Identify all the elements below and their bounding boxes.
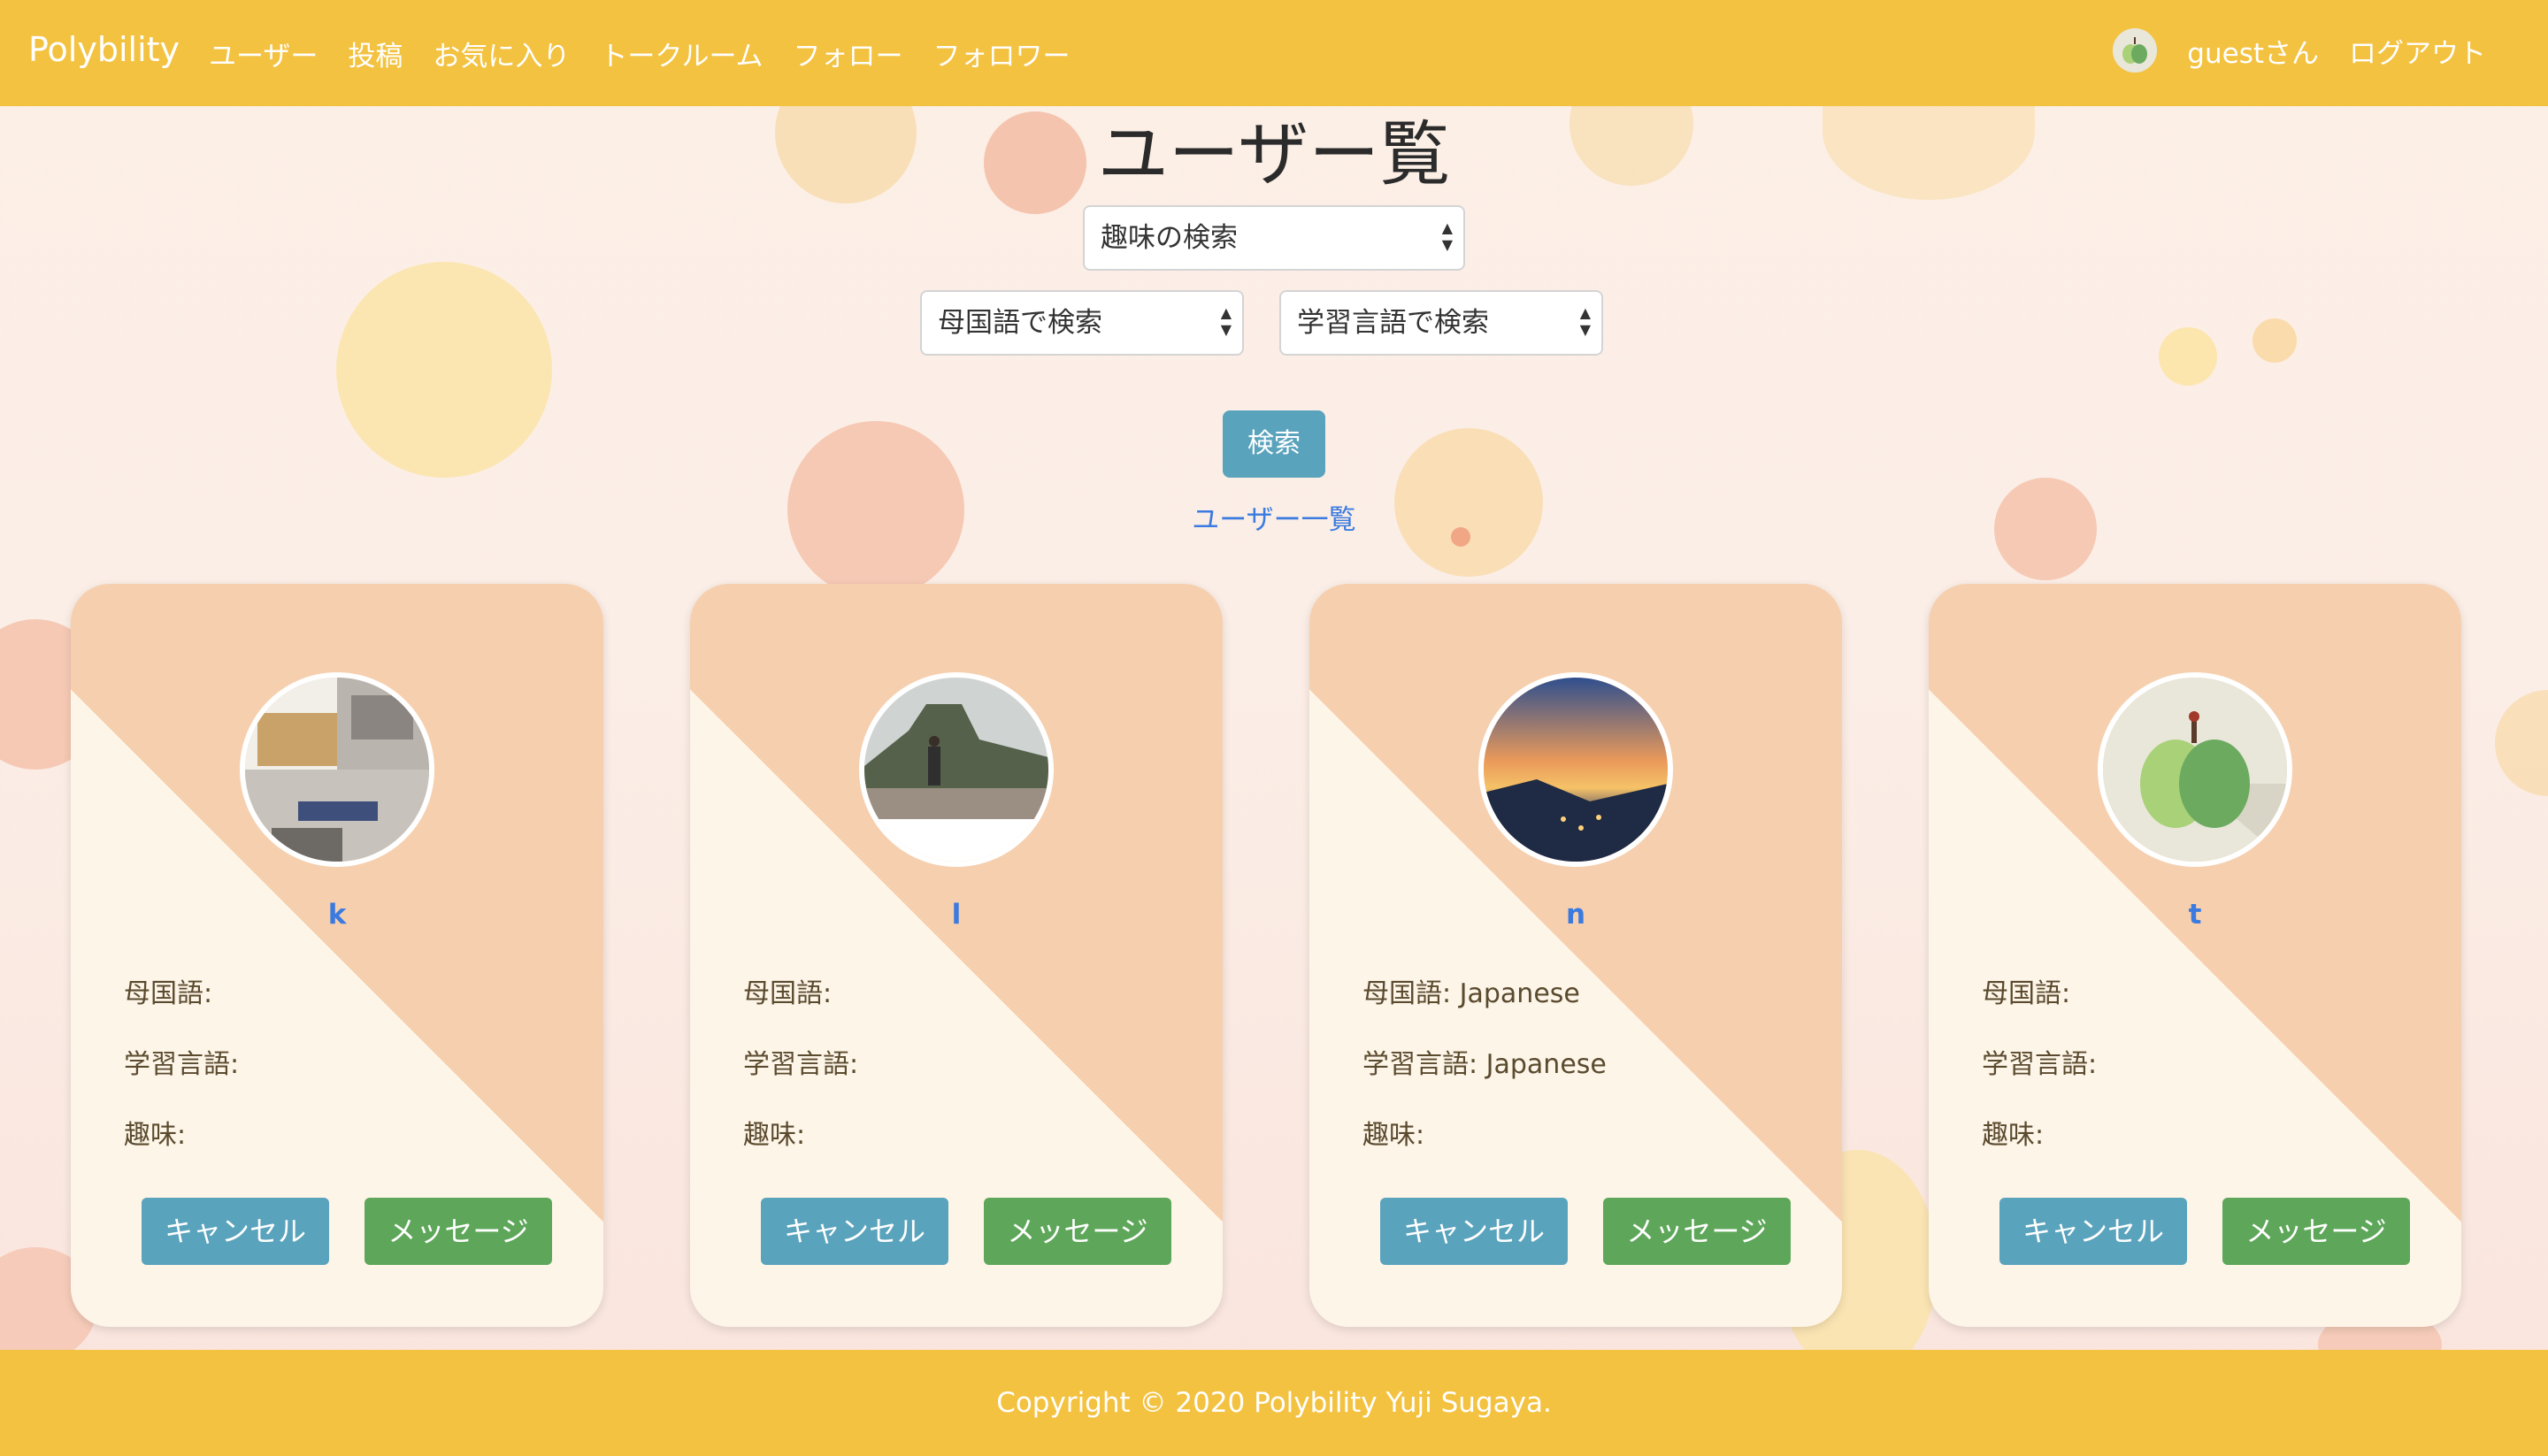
page-title: ユーザー覧 (1097, 113, 1451, 195)
learning-language-label: 学習言語: (124, 1049, 240, 1080)
user-avatar[interactable] (1478, 672, 1673, 867)
navbar: Polybility ユーザー 投稿 お気に入り トークルーム フォロー フォロ… (0, 0, 2548, 106)
nav-item-posts[interactable]: 投稿 (348, 34, 403, 73)
user-name-link[interactable]: t (1929, 899, 2461, 931)
avatar-photo-collage (245, 678, 429, 862)
select-arrows-icon: ▲ ▼ (1220, 304, 1232, 338)
native-language-label: 母国語: Japanese (1362, 978, 1580, 1009)
hobby-select-value: 趣味の検索 (1101, 222, 1238, 254)
brand-logo[interactable]: Polybility (28, 30, 180, 69)
hobby-label: 趣味: (1982, 1120, 2045, 1151)
learning-select-value: 学習言語で検索 (1297, 307, 1489, 339)
apple-icon (2103, 678, 2287, 862)
user-avatar[interactable] (2113, 28, 2158, 73)
select-arrows-icon: ▲ ▼ (1441, 219, 1453, 253)
cancel-button[interactable]: キャンセル (1380, 1198, 1568, 1265)
hobby-label: 趣味: (1362, 1120, 1425, 1151)
native-select-value: 母国語で検索 (938, 307, 1102, 339)
native-language-label: 母国語: (124, 978, 213, 1009)
cancel-button[interactable]: キャンセル (1999, 1198, 2187, 1265)
cancel-button[interactable]: キャンセル (761, 1198, 948, 1265)
learning-language-select[interactable]: 学習言語で検索 ▲ ▼ (1279, 290, 1603, 356)
copyright-text: Copyright © 2020 Polybility Yuji Sugaya. (996, 1387, 1552, 1419)
native-language-label: 母国語: (1982, 978, 2071, 1009)
nav-item-talkroom[interactable]: トークルーム (600, 34, 763, 73)
user-avatar[interactable] (240, 672, 434, 867)
learning-language-label: 学習言語: (1982, 1049, 2098, 1080)
footer: Copyright © 2020 Polybility Yuji Sugaya. (0, 1350, 2548, 1456)
user-name-link[interactable]: k (71, 899, 603, 931)
hobby-search-select[interactable]: 趣味の検索 ▲ ▼ (1083, 205, 1465, 271)
user-card: l 母国語: 学習言語: 趣味: キャンセル メッセージ (690, 584, 1223, 1327)
avatar-photo-landscape (864, 678, 1048, 862)
user-greeting[interactable]: guestさん (2187, 31, 2319, 71)
hobby-label: 趣味: (124, 1120, 187, 1151)
user-list-link: ユーザー一覧 (0, 497, 2548, 537)
avatar-photo-sunset (1484, 678, 1668, 862)
nav-item-favorites[interactable]: お気に入り (433, 34, 570, 73)
nav-item-followers[interactable]: フォロワー (933, 34, 1071, 73)
logout-link[interactable]: ログアウト (2349, 31, 2486, 71)
select-arrows-icon: ▲ ▼ (1579, 304, 1591, 338)
cancel-button[interactable]: キャンセル (142, 1198, 329, 1265)
message-button[interactable]: メッセージ (2222, 1198, 2410, 1265)
message-button[interactable]: メッセージ (984, 1198, 1171, 1265)
user-avatar[interactable] (2098, 672, 2292, 867)
search-button[interactable]: 検索 (1223, 410, 1325, 478)
native-language-label: 母国語: (743, 978, 833, 1009)
user-avatar[interactable] (859, 672, 1054, 867)
user-list-link-text[interactable]: ユーザー一覧 (1192, 504, 1355, 536)
user-card: t 母国語: 学習言語: 趣味: キャンセル メッセージ (1929, 584, 2461, 1327)
nav-item-users[interactable]: ユーザー (209, 34, 318, 73)
learning-language-label: 学習言語: (743, 1049, 859, 1080)
learning-language-label: 学習言語: Japanese (1362, 1049, 1607, 1080)
user-card: k 母国語: 学習言語: 趣味: キャンセル メッセージ (71, 584, 603, 1327)
nav-links: ユーザー 投稿 お気に入り トークルーム フォロー フォロワー (209, 34, 1071, 73)
user-name-link[interactable]: l (690, 899, 1223, 931)
nav-user-area: guestさん ログアウト (2113, 28, 2486, 73)
hobby-label: 趣味: (743, 1120, 806, 1151)
user-name-link[interactable]: n (1309, 899, 1842, 931)
message-button[interactable]: メッセージ (365, 1198, 552, 1265)
message-button[interactable]: メッセージ (1603, 1198, 1791, 1265)
user-card: n 母国語: Japanese 学習言語: Japanese 趣味: キャンセル… (1309, 584, 1842, 1327)
native-language-select[interactable]: 母国語で検索 ▲ ▼ (920, 290, 1244, 356)
apple-icon (2113, 28, 2158, 73)
nav-item-follow[interactable]: フォロー (794, 34, 903, 73)
